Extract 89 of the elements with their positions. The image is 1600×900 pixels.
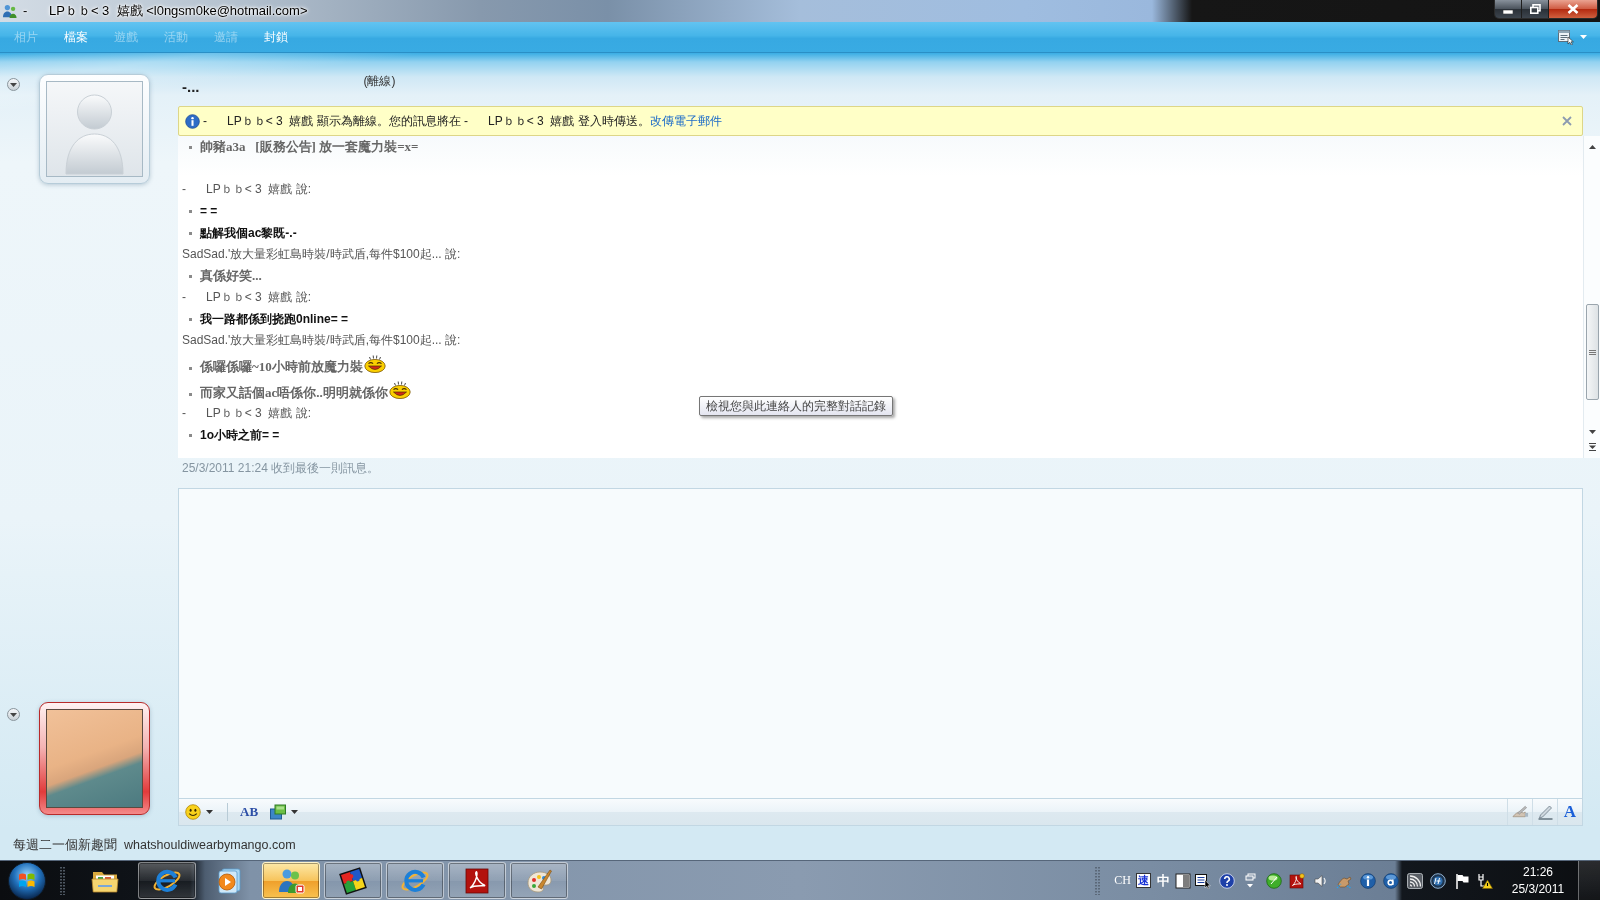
message-text: 我一路都係到挠跑0nline= =	[200, 311, 349, 328]
caret-icon	[1580, 35, 1587, 39]
menu-item[interactable]: 封鎖	[251, 27, 301, 47]
power-warning-icon[interactable]	[1477, 872, 1494, 889]
layout-icon	[1558, 29, 1574, 45]
bullet-icon	[189, 433, 192, 437]
font-button[interactable]: AB	[238, 801, 261, 823]
overflow-icon[interactable]	[1242, 872, 1259, 889]
sender-line: - LPｂｂ< 3 嬉戲 說:	[182, 405, 312, 422]
caret-down-icon	[10, 712, 17, 717]
restore-button[interactable]	[1522, 0, 1549, 18]
restore-icon	[1529, 4, 1541, 14]
bullet-icon	[189, 317, 192, 321]
round-logo-icon[interactable]	[1430, 872, 1447, 889]
scrollbar-thumb[interactable]	[1585, 304, 1599, 400]
gripper-icon	[60, 865, 65, 896]
minimize-icon	[1503, 10, 1513, 14]
person-silhouette-icon	[46, 81, 143, 177]
close-button[interactable]	[1562, 116, 1572, 126]
speaker-icon[interactable]	[1312, 872, 1329, 889]
sender-line: SadSad.'放大量彩虹島時裝/時武盾,每件$100起... 說:	[182, 246, 461, 263]
info-icon	[185, 113, 200, 129]
message-text: 真係好笑...	[200, 267, 262, 285]
message-text: 而家又話個ac唔係你..明明就係你	[200, 384, 388, 402]
show-desktop-button[interactable]	[1578, 861, 1600, 900]
message-text: 帥豬a3a [販務公告] 放一套魔力裝=x=	[200, 138, 419, 156]
signal-icon[interactable]	[1406, 872, 1423, 889]
message-text: 點解我個ac黎既-.-	[200, 225, 297, 242]
layout-menu-button[interactable]	[1558, 29, 1587, 45]
bullet-icon	[189, 209, 192, 213]
input-mode-indicator[interactable]: 中	[1153, 871, 1173, 890]
bullet-icon	[189, 145, 192, 149]
round-badge-icon[interactable]	[1383, 872, 1400, 889]
caret-icon	[291, 810, 299, 814]
scroll-up-icon[interactable]	[1588, 145, 1596, 149]
half-square-icon[interactable]	[1175, 872, 1191, 889]
pdf-icon	[462, 865, 492, 896]
close-icon	[1562, 116, 1572, 126]
scroll-down-icon[interactable]	[1588, 430, 1596, 434]
message-text: = =	[200, 203, 218, 220]
background-button[interactable]	[268, 801, 301, 823]
close-button[interactable]	[1549, 0, 1597, 18]
hand-pen-icon	[1511, 804, 1529, 820]
bullet-icon	[189, 274, 192, 278]
language-indicator[interactable]: CH	[1114, 873, 1131, 888]
contact-status: (離線)	[363, 74, 396, 88]
sender-line: - LPｂｂ< 3 嬉戲 說:	[182, 289, 312, 306]
bullet-icon	[189, 392, 192, 396]
email-link[interactable]: 改傳電子郵件	[649, 113, 722, 128]
contact-name: -...	[182, 78, 200, 96]
message-text: 1o小時之前= =	[200, 427, 280, 444]
collapse-toggle[interactable]	[7, 708, 20, 721]
caret-down-icon	[10, 82, 17, 87]
message-input-field[interactable]	[178, 488, 1583, 798]
text-mode-button[interactable]: A	[1557, 799, 1582, 825]
news-feed-text[interactable]: 每週二一個新趣聞 whatshouldiwearbymango.com	[13, 836, 296, 854]
pdf-icon[interactable]	[1289, 872, 1306, 889]
bullet-icon	[189, 231, 192, 235]
people-icon	[3, 4, 17, 18]
flag-icon[interactable]	[1453, 872, 1470, 889]
message-text: 係囉係囉~10小時前放魔力裝	[200, 358, 363, 376]
help-icon[interactable]	[1218, 872, 1235, 889]
sender-line: SadSad.'放大量彩虹島時裝/時武盾,每件$100起... 說:	[182, 332, 461, 349]
picture-icon	[270, 804, 287, 820]
scrollbar[interactable]	[1583, 136, 1600, 458]
start-orb-icon	[7, 860, 47, 900]
pen-icon	[1536, 804, 1554, 820]
resize-handle-icon[interactable]	[1588, 443, 1596, 451]
emoticon-button[interactable]	[183, 801, 215, 823]
status-orb-icon[interactable]	[1265, 872, 1282, 889]
clock-date[interactable]: 25/3/2011	[1511, 880, 1565, 898]
input-method-indicator[interactable]: 速	[1135, 873, 1151, 888]
last-received-time: 25/3/2011 21:24 收到最後一則訊息。	[181, 460, 380, 477]
info-message: - LPｂｂ< 3 嬉戲 顯示為離線。您的訊息將在 - LPｂｂ< 3 嬉戲 登入時傳送。改傳電子郵件	[203, 112, 722, 130]
tooltip: 檢視您與此連絡人的完整對話記錄	[699, 396, 893, 416]
grip-lines-icon	[1588, 349, 1596, 355]
bullet-icon	[189, 366, 192, 370]
menu-item[interactable]: 檔案	[51, 27, 101, 47]
clock-time[interactable]: 21:26	[1523, 863, 1553, 881]
collapse-toggle[interactable]	[7, 78, 20, 91]
list-cursor-icon[interactable]	[1195, 872, 1211, 889]
gripper-icon	[1095, 865, 1101, 896]
info-icon[interactable]	[1359, 872, 1376, 889]
minimize-button[interactable]	[1495, 0, 1522, 18]
close-icon	[1567, 4, 1579, 14]
smiley-icon	[185, 804, 201, 820]
window-title: - LPｂｂ< 3 嬉戲 <l0ngsm0ke@hotmail.com>	[23, 2, 308, 20]
caret-icon	[206, 810, 213, 814]
sender-line: - LPｂｂ< 3 嬉戲 說:	[182, 181, 312, 198]
